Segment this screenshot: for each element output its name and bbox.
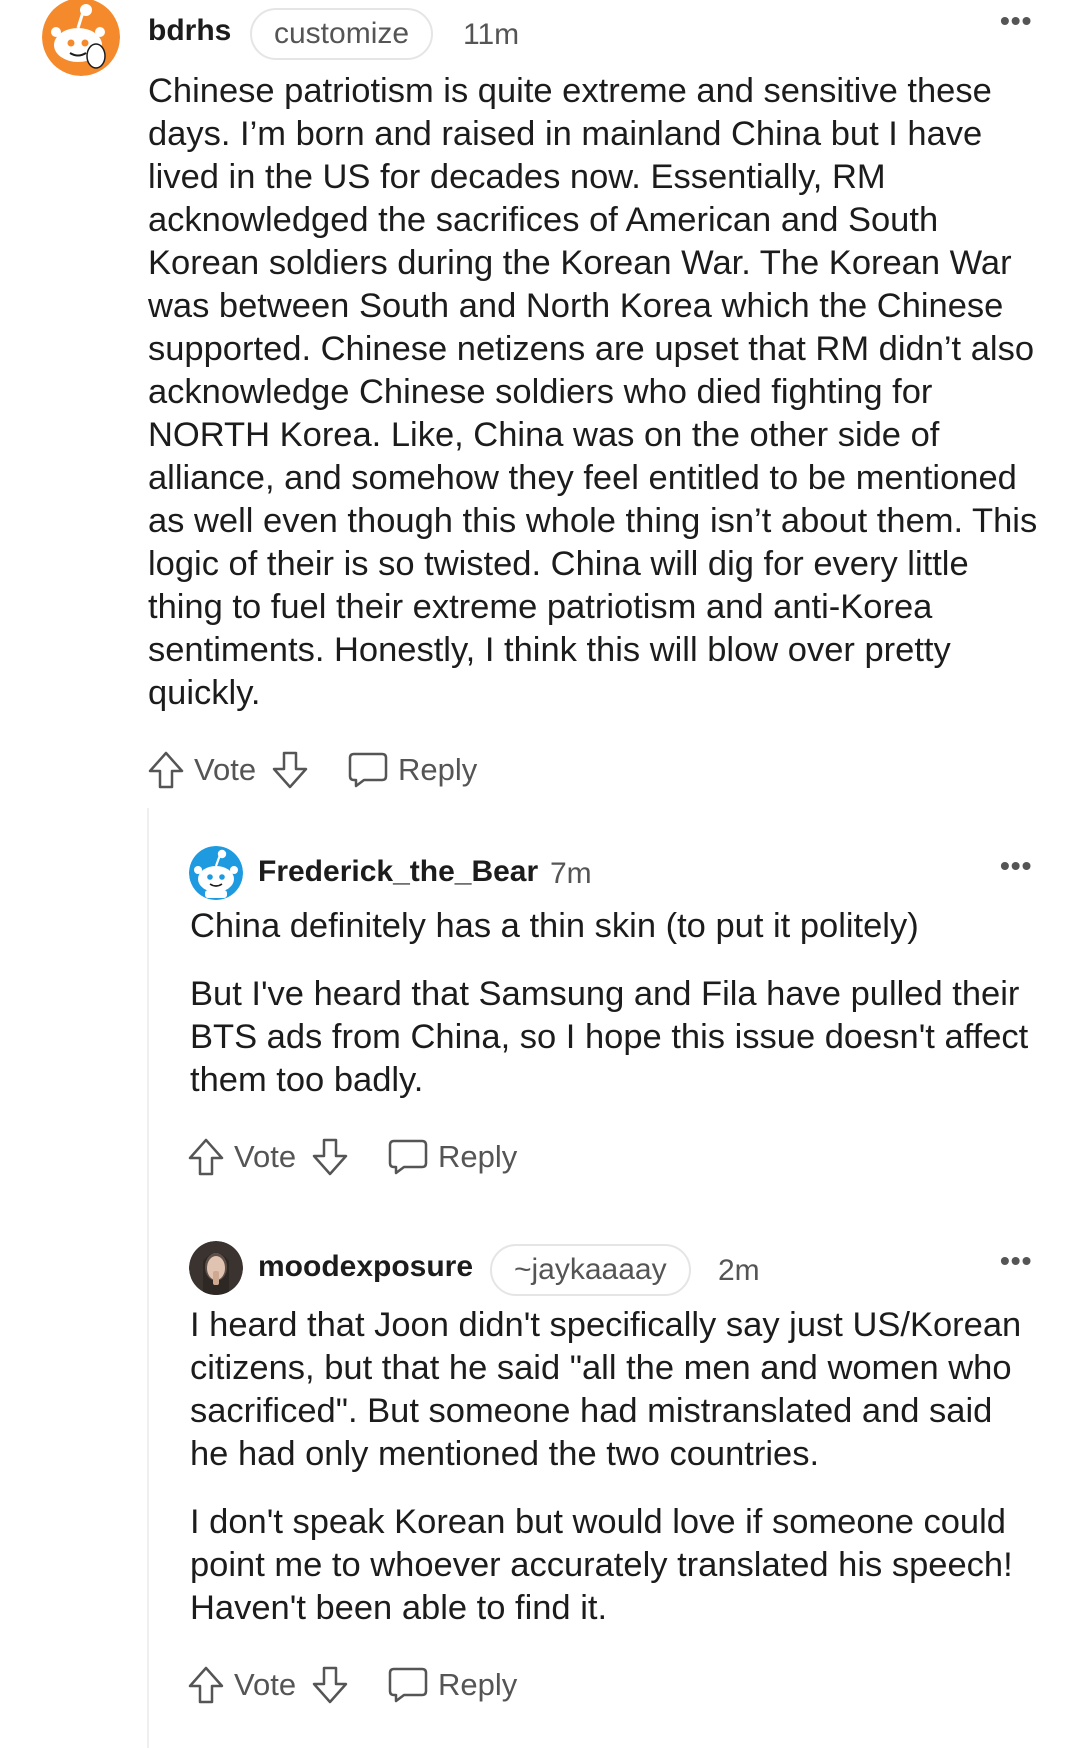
avatar[interactable] xyxy=(42,0,120,76)
reply-label: Reply xyxy=(438,1667,518,1702)
upvote-button[interactable]: Vote xyxy=(148,751,256,789)
avatar[interactable] xyxy=(189,1241,243,1295)
upvote-arrow-icon xyxy=(188,1138,224,1176)
upvote-arrow-icon xyxy=(188,1666,224,1704)
more-options-icon[interactable]: ••• xyxy=(1000,1247,1032,1275)
downvote-arrow-icon xyxy=(312,1138,348,1176)
vote-label: Vote xyxy=(194,752,257,787)
thread-line[interactable] xyxy=(147,808,149,1748)
comment-frederick-the-bear: Frederick_the_Bear 7m ••• China definite… xyxy=(188,845,1048,1198)
comment-actions: Vote Reply xyxy=(188,1666,1048,1726)
snoo-avatar-icon xyxy=(189,846,243,900)
username[interactable]: Frederick_the_Bear xyxy=(258,855,538,889)
comment-moodexposure: moodexposure ~jaykaaaay 2m ••• I heard t… xyxy=(188,1240,1048,1726)
downvote-arrow-icon xyxy=(312,1666,348,1704)
upvote-arrow-icon xyxy=(148,751,184,789)
more-options-icon[interactable]: ••• xyxy=(1000,852,1032,880)
upvote-button[interactable]: Vote xyxy=(188,1666,296,1704)
downvote-button[interactable] xyxy=(312,1666,348,1704)
comment-body: Chinese patriotism is quite extreme and … xyxy=(148,72,1038,712)
vote-label: Vote xyxy=(234,1667,297,1702)
comment-header: Frederick_the_Bear 7m ••• xyxy=(188,845,1048,915)
reply-button[interactable]: Reply xyxy=(388,1138,517,1176)
timestamp: 2m xyxy=(718,1254,760,1287)
more-options-icon[interactable]: ••• xyxy=(1000,7,1032,35)
snoo-avatar-icon xyxy=(42,0,120,76)
downvote-arrow-icon xyxy=(272,751,308,789)
vote-label: Vote xyxy=(234,1139,297,1174)
comment-header: bdrhs customize 11m ••• xyxy=(40,0,1040,76)
speech-bubble-icon xyxy=(388,1139,428,1175)
upvote-button[interactable]: Vote xyxy=(188,1138,296,1176)
comment-paragraph: I don't speak Korean but would love if s… xyxy=(190,1503,1013,1627)
comment-paragraph: But I've heard that Samsung and Fila hav… xyxy=(190,975,1029,1099)
reply-button[interactable]: Reply xyxy=(348,751,477,789)
downvote-button[interactable] xyxy=(272,751,308,789)
downvote-button[interactable] xyxy=(312,1138,348,1176)
username[interactable]: bdrhs xyxy=(148,14,231,48)
timestamp: 11m xyxy=(463,18,520,51)
comment-bdrhs: bdrhs customize 11m ••• Chinese patrioti… xyxy=(40,0,1040,811)
comment-header: moodexposure ~jaykaaaay 2m ••• xyxy=(188,1240,1048,1310)
speech-bubble-icon xyxy=(348,752,388,788)
comment-actions: Vote Reply xyxy=(148,751,1040,811)
avatar[interactable] xyxy=(189,846,243,900)
username[interactable]: moodexposure xyxy=(258,1250,473,1284)
speech-bubble-icon xyxy=(388,1667,428,1703)
user-flair[interactable]: customize xyxy=(250,8,434,60)
user-photo-avatar-icon xyxy=(189,1241,243,1295)
reply-button[interactable]: Reply xyxy=(388,1666,517,1704)
reply-label: Reply xyxy=(398,752,478,787)
comment-paragraph: I heard that Joon didn't specifically sa… xyxy=(190,1306,1022,1473)
timestamp: 7m xyxy=(550,857,592,890)
reply-label: Reply xyxy=(438,1139,518,1174)
user-flair[interactable]: ~jaykaaaay xyxy=(490,1244,691,1296)
comment-actions: Vote Reply xyxy=(188,1138,1048,1198)
